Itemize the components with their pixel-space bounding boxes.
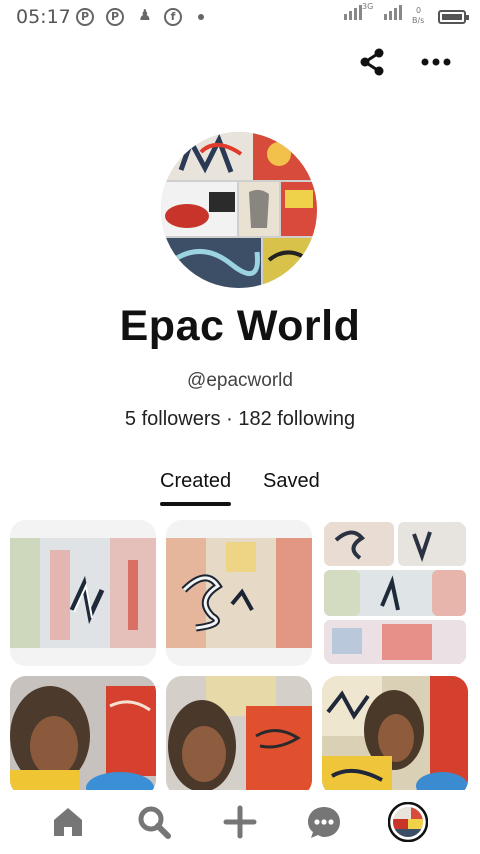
more-icon[interactable] [420,46,452,78]
status-time: 05:17 [16,6,71,28]
following-count[interactable]: 182 following [238,408,355,430]
pin-card[interactable] [10,520,156,666]
header-actions [356,46,456,78]
followers-count[interactable]: 5 followers [125,408,221,430]
data-rate: 0 [416,6,422,15]
profile-avatar-icon[interactable] [387,801,429,843]
profile-avatar[interactable] [161,132,317,288]
home-icon[interactable] [48,802,88,842]
tab-created[interactable]: Created [160,470,232,506]
pin-card[interactable] [322,676,468,796]
share-icon[interactable] [356,46,388,78]
pin-card[interactable] [322,520,468,666]
data-unit: B/s [412,16,425,25]
pinterest-icon: P [106,8,124,26]
profile-tabs: Created Saved [0,470,480,510]
search-icon[interactable] [134,802,174,842]
battery-icon [438,10,469,24]
pin-card[interactable] [166,520,312,666]
profile-handle: @epacworld [187,370,293,391]
plus-icon[interactable] [220,802,260,842]
profile-stats: 5 followers · 182 following [0,408,480,431]
message-icon[interactable] [304,802,344,842]
stats-separator: · [226,408,233,430]
status-bar: 05:17 P P ♟ f 3G 0 B/s [0,0,480,34]
profile-name: Epac World [119,302,361,350]
facebook-icon: f [164,8,182,26]
pinterest-icon: P [76,8,94,26]
person-icon: ♟ [138,6,152,24]
network-type: 3G [362,2,374,11]
notification-dot-icon [198,14,204,20]
pin-card[interactable] [166,676,312,796]
bottom-nav [0,790,480,854]
pin-card[interactable] [10,676,156,796]
tab-saved[interactable]: Saved [263,470,320,493]
